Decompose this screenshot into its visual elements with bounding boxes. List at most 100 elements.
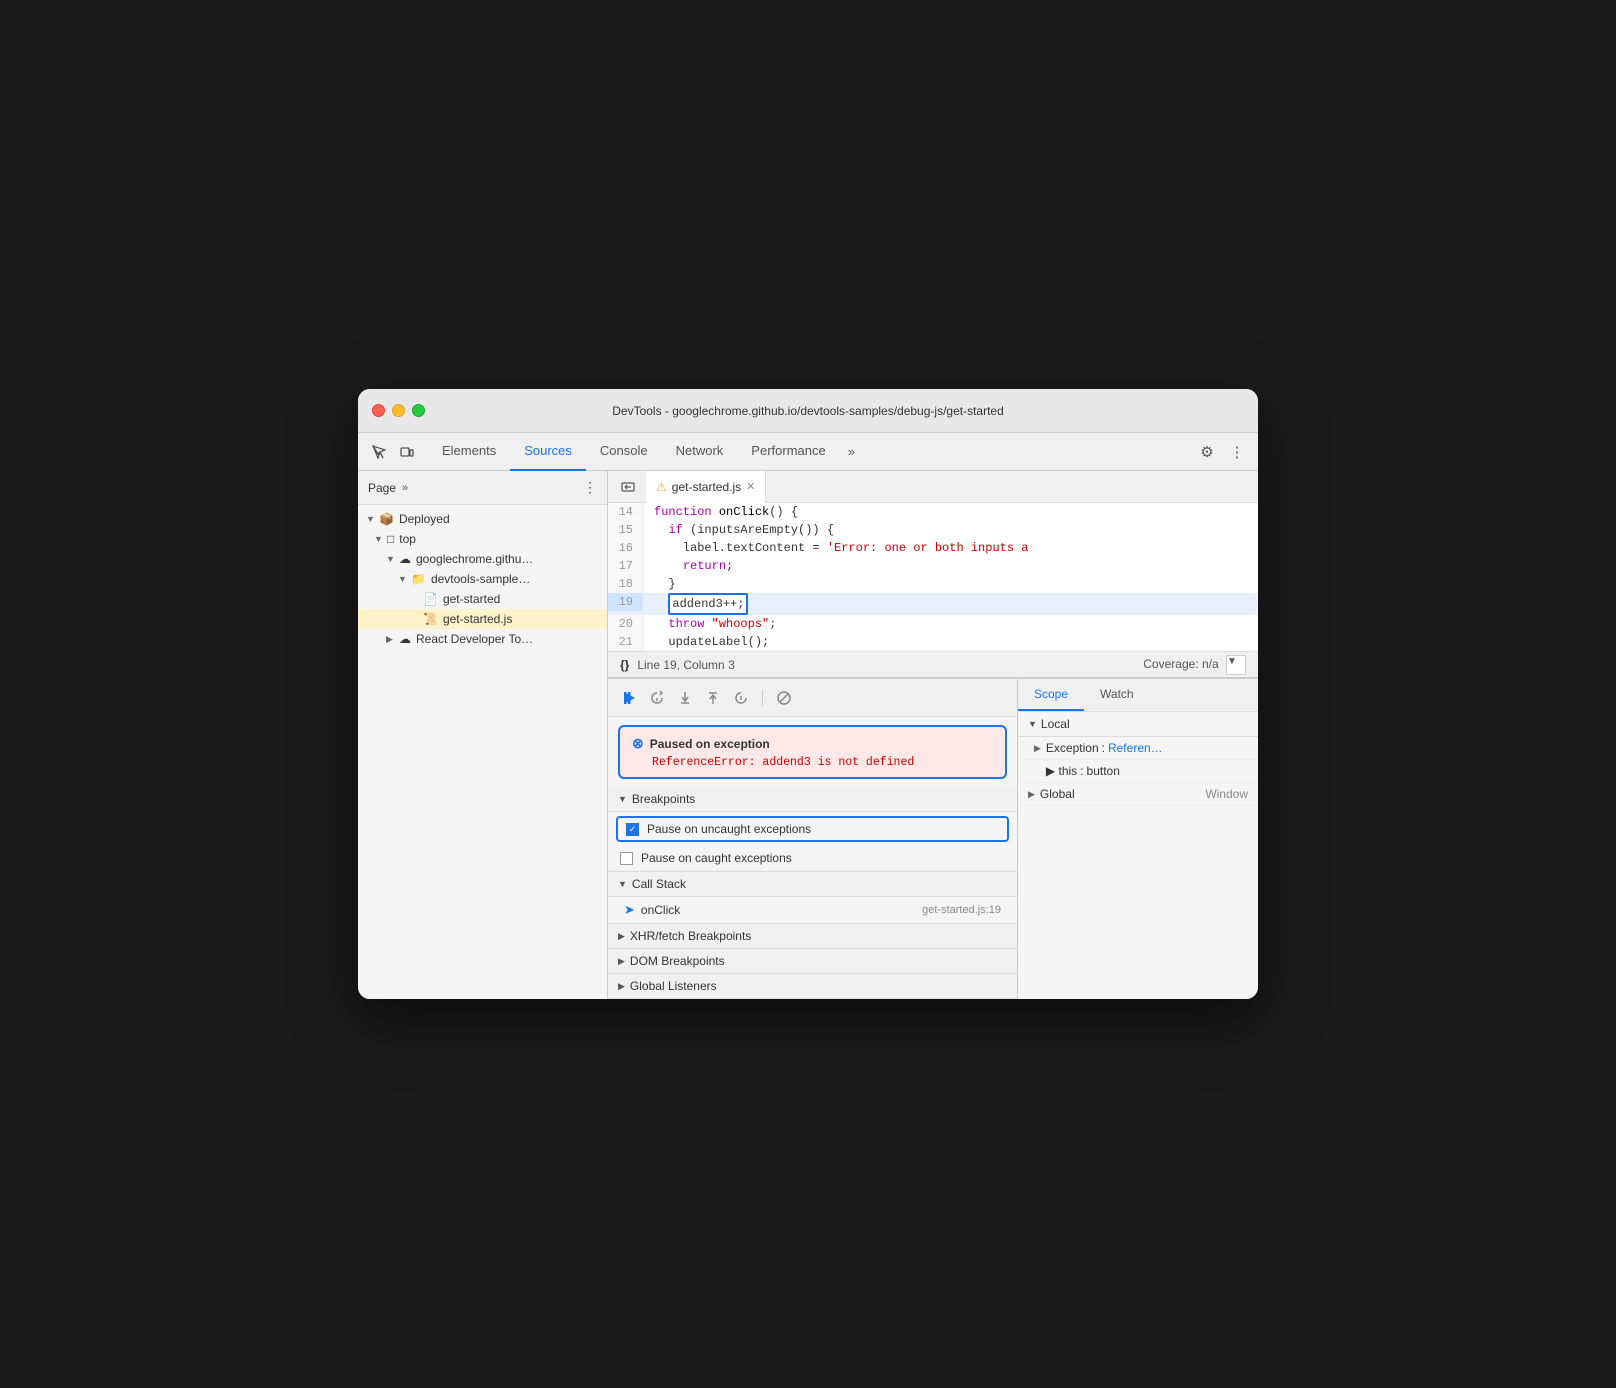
exception-value: Referen… <box>1108 741 1163 755</box>
tab-scope[interactable]: Scope <box>1018 679 1084 711</box>
scope-global-item[interactable]: ▶ Global Window <box>1018 783 1258 806</box>
exception-close-icon[interactable]: ⊗ <box>632 735 644 752</box>
maximize-button[interactable] <box>412 404 425 417</box>
code-back-btn[interactable] <box>616 475 640 499</box>
main-layout: Page » ⋮ ▼ 📦 Deployed ▼ □ top <box>358 471 1258 999</box>
coverage-label: Coverage: n/a ▼ <box>1143 655 1246 675</box>
scope-tab-bar: Scope Watch <box>1018 679 1258 712</box>
exception-banner: ⊗ Paused on exception ReferenceError: ad… <box>618 725 1007 779</box>
menu-icon[interactable]: ⋮ <box>1224 439 1250 465</box>
toolbar-separator <box>762 690 763 706</box>
call-stack-fn-name: onClick <box>641 903 922 917</box>
format-icon[interactable]: {} <box>620 658 629 672</box>
right-panel: ⚠ get-started.js ✕ 14 function onClick()… <box>608 471 1258 999</box>
debugger-toolbar <box>608 679 1017 717</box>
tab-network[interactable]: Network <box>662 433 738 471</box>
tree-item-get-started[interactable]: 📄 get-started <box>358 589 607 609</box>
global-scope-arrow-icon: ▶ <box>1028 789 1035 800</box>
call-stack-label: Call Stack <box>632 877 686 891</box>
window-title: DevTools - googlechrome.github.io/devtoo… <box>612 404 1004 418</box>
package-icon: 📦 <box>379 512 394 526</box>
close-tab-icon[interactable]: ✕ <box>746 480 755 493</box>
code-editor-area: 14 function onClick() { 15 if (inputsAre… <box>608 503 1258 678</box>
file-tree: ▼ 📦 Deployed ▼ □ top ▼ ☁ googlechrome.gi… <box>358 505 607 999</box>
device-icon[interactable] <box>394 439 420 465</box>
xhr-arrow-icon: ▶ <box>618 931 625 942</box>
devtools-tab-bar: Elements Sources Console Network Perform… <box>358 433 1258 471</box>
tab-console[interactable]: Console <box>586 433 662 471</box>
cloud-icon: ☁ <box>399 552 411 566</box>
dom-arrow-icon: ▶ <box>618 956 625 967</box>
pause-caught-item: Pause on caught exceptions <box>608 846 1017 871</box>
coverage-dropdown[interactable]: ▼ <box>1226 655 1246 675</box>
tree-item-devtools-samples[interactable]: ▼ 📁 devtools-sample… <box>358 569 607 589</box>
step-into-button[interactable] <box>674 687 696 709</box>
devtools-window: DevTools - googlechrome.github.io/devtoo… <box>358 389 1258 999</box>
pause-caught-checkbox[interactable] <box>620 852 633 865</box>
breakpoints-header[interactable]: ▼ Breakpoints <box>608 787 1017 812</box>
title-bar: DevTools - googlechrome.github.io/devtoo… <box>358 389 1258 433</box>
code-filename: get-started.js <box>672 480 741 494</box>
pause-uncaught-label: Pause on uncaught exceptions <box>647 822 811 836</box>
js-file-icon: 📜 <box>423 612 438 626</box>
global-scope-label: Global <box>1040 787 1197 801</box>
pause-uncaught-checkbox[interactable] <box>626 823 639 836</box>
tree-item-react[interactable]: ▶ ☁ React Developer To… <box>358 629 607 649</box>
exception-item-arrow-icon: ▶ <box>1034 743 1041 754</box>
scope-this-item[interactable]: ▶ ▶ this : button <box>1018 760 1258 783</box>
minimize-button[interactable] <box>392 404 405 417</box>
page-more[interactable]: » <box>402 482 408 494</box>
step-over-button[interactable] <box>646 687 668 709</box>
call-stack-onclick[interactable]: ➤ onClick get-started.js:19 <box>608 897 1017 923</box>
resume-button[interactable] <box>618 687 640 709</box>
xhr-breakpoints-section[interactable]: ▶ XHR/fetch Breakpoints <box>608 924 1017 949</box>
code-file-tab[interactable]: ⚠ get-started.js ✕ <box>646 471 766 503</box>
call-stack-item-arrow-icon: ➤ <box>624 902 635 918</box>
tree-item-get-started-js[interactable]: 📜 get-started.js <box>358 609 607 629</box>
call-stack-section: ▼ Call Stack ➤ onClick get-started.js:19 <box>608 872 1017 924</box>
devtools-right-icons: ⚙ ⋮ <box>1194 439 1250 465</box>
tab-elements[interactable]: Elements <box>428 433 510 471</box>
global-listeners-section[interactable]: ▶ Global Listeners <box>608 974 1017 999</box>
dom-breakpoints-section[interactable]: ▶ DOM Breakpoints <box>608 949 1017 974</box>
debugger-right: Scope Watch ▼ Local ▶ Exception : Refere… <box>1018 679 1258 999</box>
xhr-label: XHR/fetch Breakpoints <box>630 929 751 943</box>
panel-menu-icon[interactable]: ⋮ <box>583 479 597 496</box>
exception-title: ⊗ Paused on exception <box>632 735 993 752</box>
window-icon: □ <box>387 532 394 546</box>
left-panel-header: Page » ⋮ <box>358 471 607 505</box>
local-label: Local <box>1041 717 1070 731</box>
code-line-16: 16 label.textContent = 'Error: one or bo… <box>608 539 1258 557</box>
deactivate-button[interactable] <box>773 687 795 709</box>
code-line-21: 21 updateLabel(); <box>608 633 1258 651</box>
tab-watch[interactable]: Watch <box>1084 679 1150 711</box>
pause-caught-label: Pause on caught exceptions <box>641 851 792 865</box>
tree-item-top[interactable]: ▼ □ top <box>358 529 607 549</box>
dom-label: DOM Breakpoints <box>630 954 725 968</box>
call-stack-arrow-icon: ▼ <box>618 879 627 889</box>
close-button[interactable] <box>372 404 385 417</box>
step-out-button[interactable] <box>702 687 724 709</box>
call-stack-file-ref: get-started.js:19 <box>922 904 1001 916</box>
cloud2-icon: ☁ <box>399 632 411 646</box>
scope-exception-item[interactable]: ▶ Exception : Referen… <box>1018 737 1258 760</box>
code-line-17: 17 return; <box>608 557 1258 575</box>
cursor-position: Line 19, Column 3 <box>637 658 734 672</box>
local-section-header[interactable]: ▼ Local <box>1018 712 1258 737</box>
this-value: button <box>1087 764 1120 778</box>
tab-performance[interactable]: Performance <box>737 433 839 471</box>
code-status-bar: {} Line 19, Column 3 Coverage: n/a ▼ <box>608 651 1258 677</box>
inspect-icon[interactable] <box>366 439 392 465</box>
tab-sources[interactable]: Sources <box>510 433 586 471</box>
step-button[interactable] <box>730 687 752 709</box>
code-line-15: 15 if (inputsAreEmpty()) { <box>608 521 1258 539</box>
exception-key: Exception <box>1046 741 1099 755</box>
tree-item-googlechrome[interactable]: ▼ ☁ googlechrome.githu… <box>358 549 607 569</box>
settings-icon[interactable]: ⚙ <box>1194 439 1220 465</box>
breakpoints-section: ▼ Breakpoints Pause on uncaught exceptio… <box>608 787 1017 872</box>
global-arrow-icon: ▶ <box>618 981 625 992</box>
call-stack-header[interactable]: ▼ Call Stack <box>608 872 1017 897</box>
tab-more[interactable]: » <box>840 444 863 459</box>
breakpoints-label: Breakpoints <box>632 792 695 806</box>
tree-item-deployed[interactable]: ▼ 📦 Deployed <box>358 509 607 529</box>
